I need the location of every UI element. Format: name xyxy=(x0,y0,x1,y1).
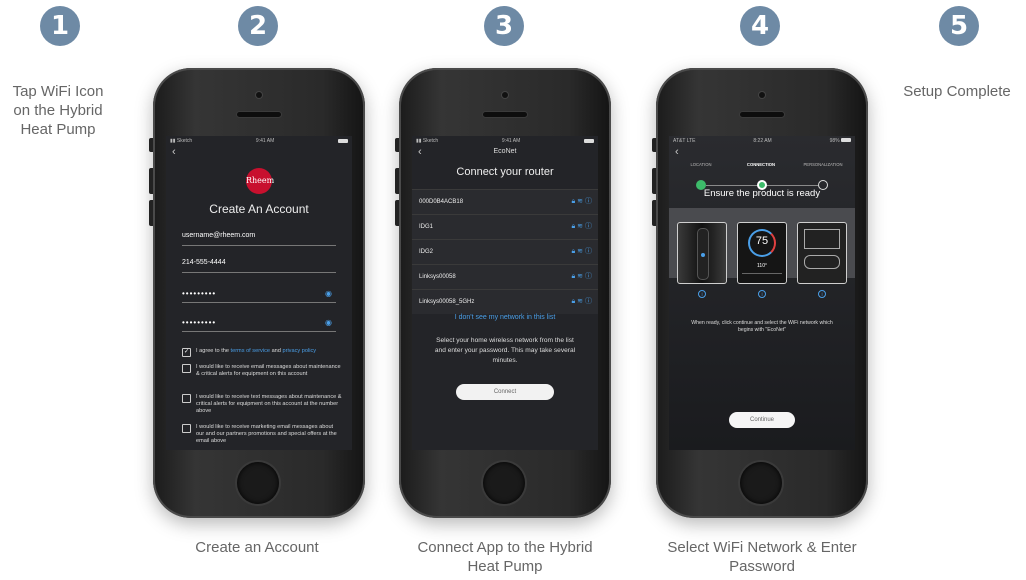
battery-icon xyxy=(338,139,348,143)
step-badge-5: 5 xyxy=(939,6,979,46)
status-carrier: AT&T LTE xyxy=(673,138,696,144)
thermostat-temp: 75 xyxy=(755,235,769,247)
signal-icon: ▮▮ xyxy=(170,138,176,144)
instruction-text: Select your home wireless network from t… xyxy=(434,337,576,364)
wifi-icon: ≋ xyxy=(577,248,584,255)
signal-icon: ▮▮ xyxy=(416,138,422,144)
battery-icon xyxy=(584,139,594,143)
status-time: 9:41 AM xyxy=(255,138,275,144)
info-icon[interactable]: ⓘ xyxy=(585,248,592,255)
speaker-grille xyxy=(237,112,281,117)
step-5-caption: Setup Complete xyxy=(903,83,1011,100)
password-field[interactable]: ••••••••• ◉ xyxy=(182,289,336,303)
wifi-icon: ≋ xyxy=(577,298,584,305)
agree-terms-checkbox[interactable]: ✓ I agree to the terms of service and pr… xyxy=(182,348,342,357)
phone-product-ready: AT&T LTE 8:22 AM 98% ‹ LOCATION CONNECTI… xyxy=(652,68,868,518)
screen-connect-router: ▮▮ Sketch 9:41 AM ‹ EcoNet Connect your … xyxy=(412,136,598,450)
step-badge-3: 3 xyxy=(484,6,524,46)
phone-connect-router: ▮▮ Sketch 9:41 AM ‹ EcoNet Connect your … xyxy=(395,68,611,518)
status-time: 8:22 AM xyxy=(753,138,772,144)
camera-icon xyxy=(256,92,262,98)
controller-image xyxy=(797,222,847,284)
network-item[interactable]: Linksys00058_5GHz 🔒︎ ≋ ⓘ xyxy=(412,289,598,314)
step-4-caption: Select WiFi Network & Enter Password xyxy=(667,539,857,575)
status-carrier: ▮▮ Sketch xyxy=(170,138,193,144)
brand-label: EcoNet xyxy=(493,148,517,155)
step-location-label: LOCATION xyxy=(690,162,712,167)
network-item[interactable]: IDG1 🔒︎ ≋ ⓘ xyxy=(412,214,598,239)
home-button[interactable] xyxy=(237,462,279,504)
confirm-password-field[interactable]: ••••••••• ◉ xyxy=(182,318,336,332)
rheem-logo: Rheem xyxy=(246,168,274,194)
lock-icon: 🔒︎ xyxy=(571,273,576,280)
lock-icon: 🔒︎ xyxy=(571,198,576,205)
lock-icon: 🔒︎ xyxy=(571,223,576,230)
lock-icon: 🔒︎ xyxy=(571,248,576,255)
info-icon[interactable]: ⓘ xyxy=(585,198,592,205)
connect-button[interactable]: Connect xyxy=(456,384,554,400)
speaker-grille xyxy=(740,112,784,117)
step-3-caption: Connect App to the Hybrid Heat Pump xyxy=(417,539,593,575)
screen-product-ready: AT&T LTE 8:22 AM 98% ‹ LOCATION CONNECTI… xyxy=(669,136,855,450)
wifi-icon: ≋ xyxy=(577,223,584,230)
status-bar: ▮▮ Sketch 9:41 AM xyxy=(412,136,598,146)
lock-icon: 🔒︎ xyxy=(571,298,576,305)
screen-create-account: ▮▮ Sketch 9:41 AM ‹ Rheem Create An Acco… xyxy=(166,136,352,450)
network-item[interactable]: Linksys00058 🔒︎ ≋ ⓘ xyxy=(412,264,598,289)
terms-link[interactable]: terms of service xyxy=(231,348,270,354)
privacy-link[interactable]: privacy policy xyxy=(282,348,316,354)
phone-create-account: ▮▮ Sketch 9:41 AM ‹ Rheem Create An Acco… xyxy=(149,68,365,518)
network-item[interactable]: IDG2 🔒︎ ≋ ⓘ xyxy=(412,239,598,264)
step-badge-1: 1 xyxy=(40,6,80,46)
home-button[interactable] xyxy=(483,462,525,504)
thermostat-image: 75 110° xyxy=(737,222,787,284)
step-badge-2: 2 xyxy=(238,6,278,46)
status-bar: AT&T LTE 8:22 AM 98% xyxy=(669,136,855,146)
wifi-icon: ≋ xyxy=(577,273,584,280)
speaker-grille xyxy=(483,112,527,117)
network-item[interactable]: 000D0B4ACB18 🔒︎ ≋ ⓘ xyxy=(412,189,598,214)
progress-steps: LOCATION CONNECTION PERSONALIZATION xyxy=(669,154,855,190)
instruction-text: When ready, click continue and select th… xyxy=(691,320,833,333)
back-chevron-icon[interactable]: ‹ xyxy=(172,147,176,158)
wifi-icon: ≋ xyxy=(577,198,584,205)
info-icon[interactable]: i xyxy=(818,290,826,298)
email-field[interactable]: username@rheem.com xyxy=(182,232,336,246)
text-alerts-checkbox[interactable]: I would like to receive text messages ab… xyxy=(182,394,342,415)
step-connection-label: CONNECTION xyxy=(746,162,776,167)
page-title: Ensure the product is ready xyxy=(703,188,821,199)
continue-button[interactable]: Continue xyxy=(729,412,795,428)
camera-icon xyxy=(502,92,508,98)
camera-icon xyxy=(759,92,765,98)
info-icon[interactable]: i xyxy=(758,290,766,298)
email-alerts-checkbox[interactable]: I would like to receive email messages a… xyxy=(182,364,342,378)
phone-field[interactable]: 214-555-4444 xyxy=(182,259,336,273)
eye-icon[interactable]: ◉ xyxy=(325,318,332,327)
checkmark-icon[interactable]: ✓ xyxy=(182,348,191,357)
status-battery: 98% xyxy=(830,138,851,144)
eye-icon[interactable]: ◉ xyxy=(325,289,332,298)
network-not-listed-link[interactable]: I don't see my network in this list xyxy=(412,314,598,321)
step-personalization-label: PERSONALIZATION xyxy=(803,162,843,167)
thermostat-temp-secondary: 110° xyxy=(757,263,767,269)
step-1-caption: Tap WiFi Icon on the Hybrid Heat Pump xyxy=(12,83,104,138)
home-button[interactable] xyxy=(740,462,782,504)
page-title: Create An Account xyxy=(209,202,309,216)
status-carrier: ▮▮ Sketch xyxy=(416,138,439,144)
heat-pump-image xyxy=(677,222,727,284)
status-bar: ▮▮ Sketch 9:41 AM xyxy=(166,136,352,146)
info-icon[interactable]: i xyxy=(698,290,706,298)
status-time: 9:41 AM xyxy=(501,138,521,144)
step-2-caption: Create an Account xyxy=(195,539,319,556)
info-icon[interactable]: ⓘ xyxy=(585,273,592,280)
step-badge-4: 4 xyxy=(740,6,780,46)
info-icon[interactable]: ⓘ xyxy=(585,298,592,305)
battery-icon xyxy=(841,138,851,142)
info-icon[interactable]: ⓘ xyxy=(585,223,592,230)
page-title: Connect your router xyxy=(456,166,554,178)
network-list: 000D0B4ACB18 🔒︎ ≋ ⓘ IDG1 🔒︎ ≋ ⓘ IDG2 🔒︎ ≋ ⓘ… xyxy=(412,189,598,314)
marketing-checkbox[interactable]: I would like to receive marketing email … xyxy=(182,424,342,445)
